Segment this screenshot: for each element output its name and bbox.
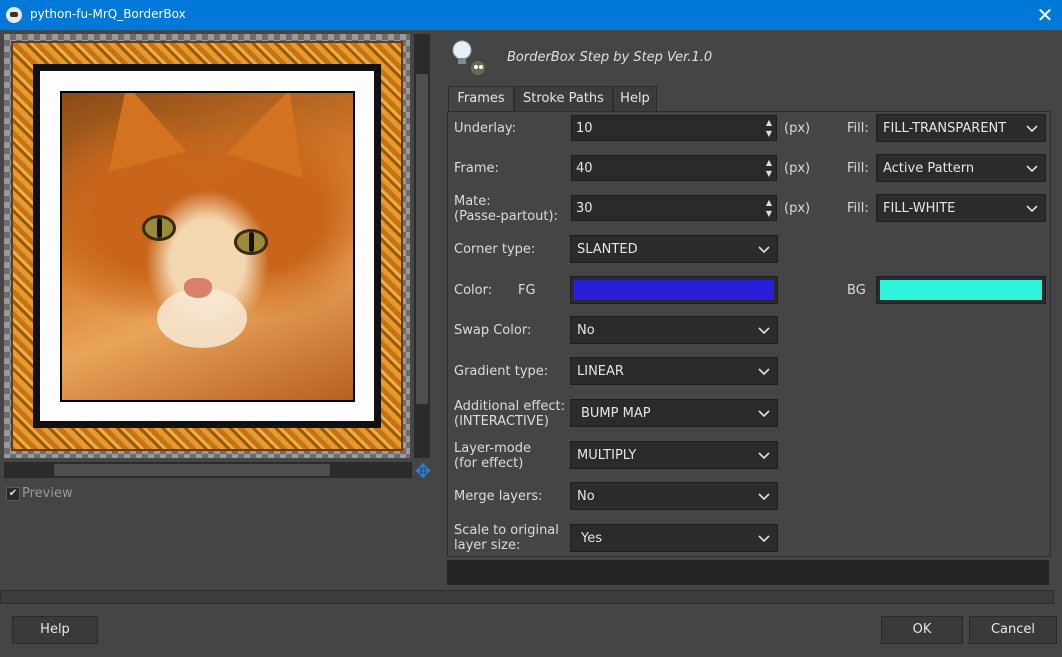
chevron-down-icon (1026, 125, 1038, 133)
underlay-fill-select[interactable]: FILL-TRANSPARENT (876, 114, 1046, 142)
gradient-type-value: LINEAR (577, 364, 624, 379)
chevron-down-icon (758, 246, 770, 254)
tab-help[interactable]: Help (613, 86, 657, 111)
mate-fill-label: Fill: (847, 201, 869, 216)
swap-color-label: Swap Color: (454, 323, 532, 338)
frame-label: Frame: (454, 161, 499, 176)
additional-effect-line1: Additional effect: (454, 399, 565, 414)
mate-label-line1: Mate: (454, 194, 491, 209)
mate-fill-select[interactable]: FILL-WHITE (876, 194, 1046, 222)
scale-label-line2: layer size: (454, 538, 521, 553)
underlay-value: 10 (576, 121, 593, 136)
chevron-down-icon (758, 410, 770, 418)
bg-label: BG (847, 283, 866, 298)
fg-color-swatch (574, 280, 774, 300)
navigate-move-icon[interactable]: ✥ (412, 460, 434, 482)
frame-fill-select[interactable]: Active Pattern (876, 154, 1046, 182)
additional-effect-select[interactable]: BUMP MAP (570, 399, 778, 427)
mate-fill-value: FILL-WHITE (883, 201, 956, 216)
additional-effect-line2: (INTERACTIVE) (454, 414, 549, 429)
spin-arrows-icon[interactable]: ▲ ▼ (764, 117, 774, 139)
underlay-label: Underlay: (454, 121, 517, 136)
dialog-scrollbar[interactable] (0, 590, 1054, 604)
swap-color-value: No (577, 323, 595, 338)
mate-label-line2: (Passe-partout): (454, 209, 558, 224)
frame-spinner[interactable]: 40 ▲ ▼ (571, 155, 777, 181)
underlay-spinner[interactable]: 10 ▲ ▼ (571, 115, 777, 141)
cat-ear-left (88, 93, 186, 172)
scale-value: Yes (581, 531, 602, 546)
frame-fill-label: Fill: (847, 161, 869, 176)
chevron-down-icon (1026, 165, 1038, 173)
help-button[interactable]: Help (12, 616, 98, 644)
spin-arrows-icon[interactable]: ▲ ▼ (764, 157, 774, 179)
scale-label: Scale to original layer size: (454, 523, 559, 553)
mate-label: Mate: (Passe-partout): (454, 194, 558, 224)
bg-color-button[interactable] (876, 276, 1046, 304)
merge-layers-value: No (577, 489, 595, 504)
layer-mode-line2: (for effect) (454, 456, 524, 471)
additional-effect-label: Additional effect: (INTERACTIVE) (454, 399, 565, 429)
chevron-down-icon (1026, 205, 1038, 213)
tab-stroke-paths[interactable]: Stroke Paths (514, 86, 613, 111)
cat-eye-left (142, 215, 176, 241)
color-label: Color: (454, 283, 493, 298)
chevron-down-icon (758, 535, 770, 543)
layer-mode-select[interactable]: MULTIPLY (570, 441, 778, 469)
underlay-unit: (px) (784, 121, 811, 136)
frame-fill-value: Active Pattern (883, 161, 975, 176)
mate-unit: (px) (784, 201, 811, 216)
underlay-fill-label: Fill: (847, 121, 869, 136)
additional-effect-value: BUMP MAP (581, 406, 651, 421)
layer-mode-value: MULTIPLY (577, 448, 637, 463)
chevron-down-icon (758, 368, 770, 376)
ok-button[interactable]: OK (881, 616, 963, 644)
mate-spinner[interactable]: 30 ▲ ▼ (571, 195, 777, 221)
lightbulb-icon (450, 38, 490, 78)
chevron-down-icon (758, 327, 770, 335)
corner-type-select[interactable]: SLANTED (570, 235, 778, 263)
gimp-app-icon (6, 7, 22, 23)
layer-mode-line1: Layer-mode (454, 441, 531, 456)
cat-eye-right (234, 229, 268, 255)
swap-color-select[interactable]: No (570, 316, 778, 344)
scale-label-line1: Scale to original (454, 523, 559, 538)
corner-type-label: Corner type: (454, 242, 536, 257)
cat-nose (184, 278, 212, 298)
dialog-heading: BorderBox Step by Step Ver.1.0 (507, 50, 713, 65)
fg-color-button[interactable] (570, 276, 778, 304)
cat-ear-right (226, 93, 328, 179)
preview-horizontal-scroll-thumb[interactable] (54, 464, 330, 476)
chevron-down-icon (758, 493, 770, 501)
layer-mode-label: Layer-mode (for effect) (454, 441, 531, 471)
preview-label: Preview (22, 486, 73, 501)
close-button[interactable]: ✕ (1032, 2, 1058, 28)
merge-layers-label: Merge layers: (454, 489, 543, 504)
merge-layers-select[interactable]: No (570, 482, 778, 510)
fg-label: FG (518, 283, 536, 298)
chevron-down-icon (758, 452, 770, 460)
corner-type-value: SLANTED (577, 242, 638, 257)
underlay-fill-value: FILL-TRANSPARENT (883, 121, 1007, 136)
cat-photo (62, 93, 353, 400)
gradient-type-label: Gradient type: (454, 364, 549, 379)
preview-vertical-scroll-thumb[interactable] (416, 74, 428, 404)
spin-arrows-icon[interactable]: ▲ ▼ (764, 197, 774, 219)
progress-bar (447, 560, 1049, 585)
cancel-button[interactable]: Cancel (969, 616, 1057, 644)
window-title: python-fu-MrQ_BorderBox (30, 7, 186, 21)
preview-checkbox[interactable]: ✔ (6, 487, 20, 501)
bg-color-swatch (880, 280, 1042, 300)
frame-value: 40 (576, 161, 593, 176)
mate-value: 30 (576, 201, 593, 216)
gradient-type-select[interactable]: LINEAR (570, 357, 778, 385)
frame-unit: (px) (784, 161, 811, 176)
tab-frames[interactable]: Frames (448, 86, 514, 111)
scale-select[interactable]: Yes (570, 524, 778, 552)
